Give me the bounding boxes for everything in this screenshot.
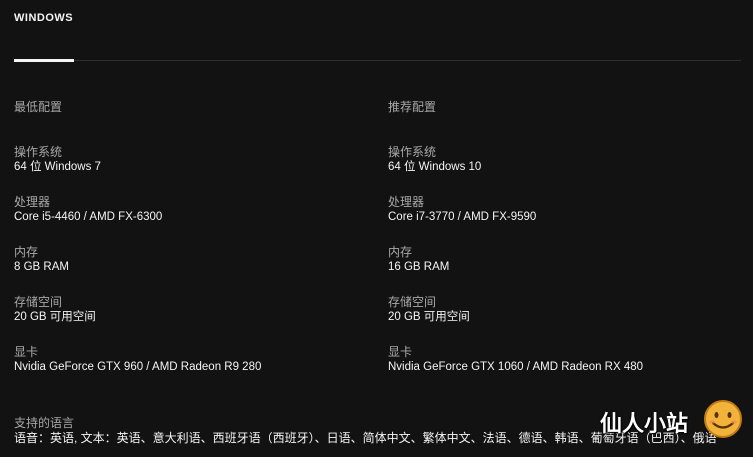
spec-cpu: 处理器 Core i5-4460 / AMD FX-6300 — [14, 195, 374, 225]
spec-label: 处理器 — [14, 195, 51, 209]
minimum-requirements: 最低配置 操作系统 64 位 Windows 7 处理器 Core i5-446… — [14, 100, 374, 375]
recommended-title: 推荐配置 — [388, 100, 437, 114]
spec-label: 操作系统 — [388, 145, 437, 159]
spec-value: Core i5-4460 / AMD FX-6300 — [14, 211, 163, 223]
spec-os: 操作系统 64 位 Windows 7 — [14, 145, 374, 175]
tab-active-indicator — [14, 59, 74, 62]
spec-graphics: 显卡 Nvidia GeForce GTX 960 / AMD Radeon R… — [14, 345, 374, 375]
spec-cpu: 处理器 Core i7-3770 / AMD FX-9590 — [388, 195, 748, 225]
minimum-title: 最低配置 — [14, 100, 63, 114]
spec-storage: 存储空间 20 GB 可用空间 — [388, 295, 748, 325]
spec-label: 内存 — [388, 245, 413, 259]
smiley-icon — [704, 400, 742, 438]
spec-value: 16 GB RAM — [388, 261, 450, 273]
spec-value: 20 GB 可用空间 — [14, 311, 96, 323]
spec-label: 显卡 — [388, 345, 413, 359]
spec-memory: 内存 16 GB RAM — [388, 245, 748, 275]
spec-graphics: 显卡 Nvidia GeForce GTX 1060 / AMD Radeon … — [388, 345, 748, 375]
watermark-text: 仙人小站 — [600, 412, 689, 437]
spec-os: 操作系统 64 位 Windows 10 — [388, 145, 748, 175]
spec-value: 20 GB 可用空间 — [388, 311, 470, 323]
spec-storage: 存储空间 20 GB 可用空间 — [14, 295, 374, 325]
spec-value: Nvidia GeForce GTX 1060 / AMD Radeon RX … — [388, 361, 644, 373]
watermark: 仙人小站 — [600, 398, 750, 454]
spec-value: 8 GB RAM — [14, 261, 69, 273]
spec-value: Core i7-3770 / AMD FX-9590 — [388, 211, 537, 223]
spec-value: Nvidia GeForce GTX 960 / AMD Radeon R9 2… — [14, 361, 262, 373]
spec-label: 存储空间 — [388, 295, 437, 309]
spec-label: 存储空间 — [14, 295, 63, 309]
tab-windows[interactable]: WINDOWS — [14, 12, 73, 24]
tab-divider — [14, 60, 741, 61]
spec-label: 操作系统 — [14, 145, 63, 159]
spec-value: 64 位 Windows 7 — [14, 161, 101, 173]
spec-label: 处理器 — [388, 195, 425, 209]
spec-label: 显卡 — [14, 345, 39, 359]
spec-memory: 内存 8 GB RAM — [14, 245, 374, 275]
recommended-requirements: 推荐配置 操作系统 64 位 Windows 10 处理器 Core i7-37… — [388, 100, 748, 375]
spec-label: 内存 — [14, 245, 39, 259]
spec-value: 64 位 Windows 10 — [388, 161, 482, 173]
